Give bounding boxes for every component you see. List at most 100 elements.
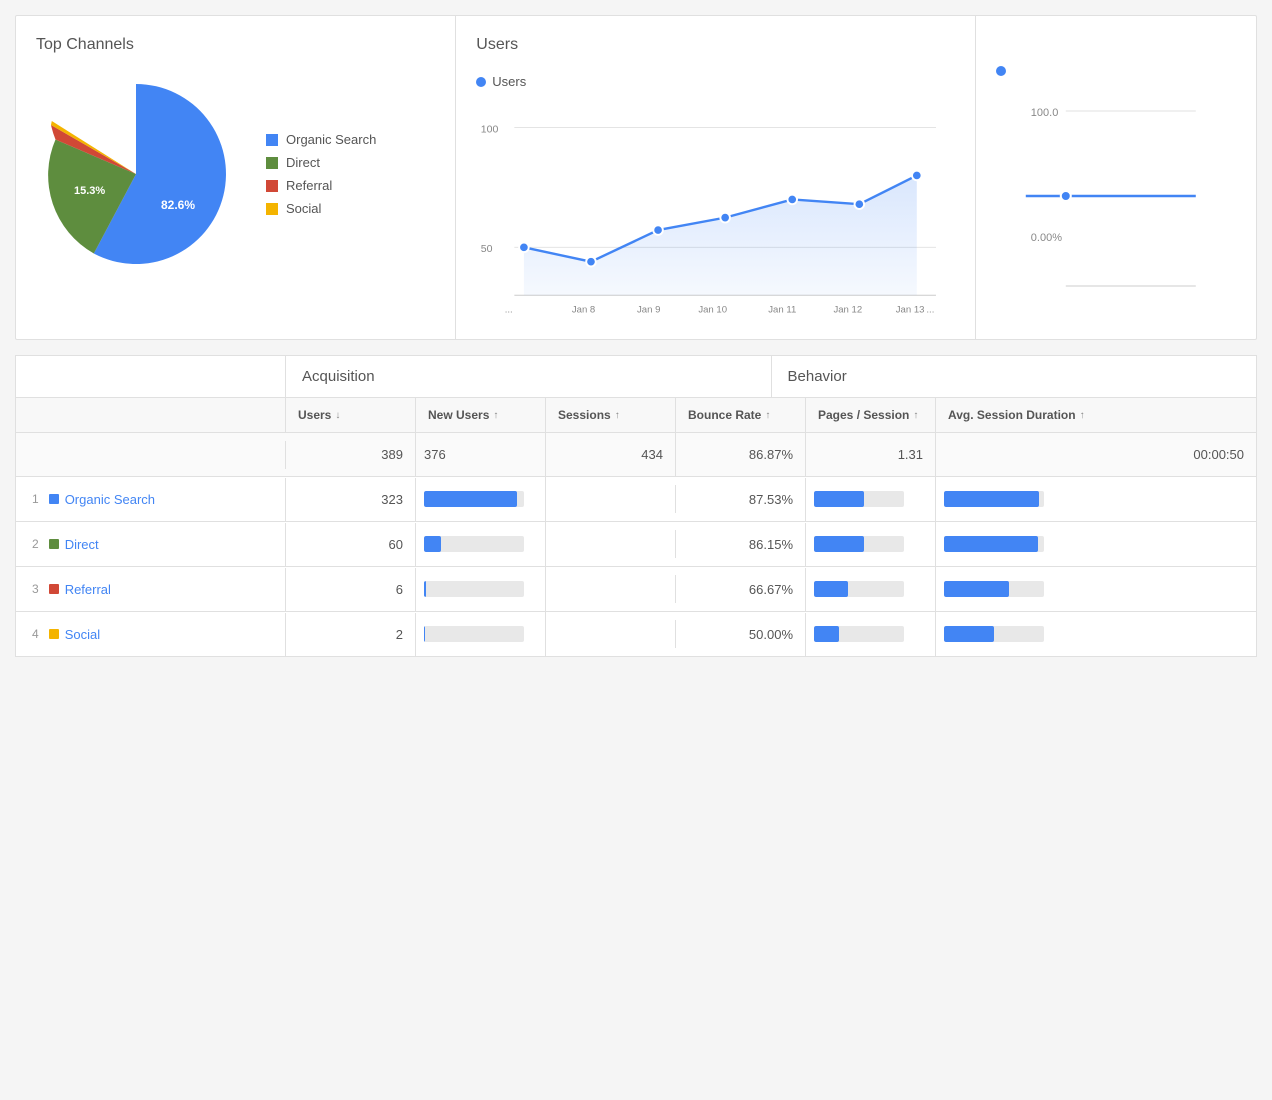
pages-bar-fill-3 [814, 626, 839, 642]
legend-color-referral [266, 180, 278, 192]
row-bounce-2: 66.67% [676, 568, 806, 611]
channel-dot-2 [49, 584, 59, 594]
row-name-3: 4 Social [16, 613, 286, 656]
new-users-bar-fill-1 [424, 536, 441, 552]
channel-link-1[interactable]: Direct [65, 537, 99, 552]
users-legend: Users [476, 74, 955, 89]
channel-link-0[interactable]: Organic Search [65, 492, 155, 507]
pie-chart: 82.6% 15.3% [36, 74, 236, 274]
totals-new-users: 376 [416, 433, 546, 476]
avg-sort-icon: ↑ [1080, 410, 1085, 421]
svg-text:Jan 9: Jan 9 [637, 304, 660, 315]
col-sessions-header[interactable]: Sessions ↑ [546, 398, 676, 432]
row-bounce-0: 87.53% [676, 478, 806, 521]
pages-bar-fill-2 [814, 581, 848, 597]
svg-text:82.6%: 82.6% [161, 198, 195, 212]
users-dot [476, 77, 486, 87]
users-legend-label: Users [492, 74, 526, 89]
svg-text:Jan 13: Jan 13 [896, 304, 925, 315]
legend-item-organic: Organic Search [266, 132, 376, 147]
other-chart-panel: 100.0 0.00% [976, 16, 1256, 339]
row-new-users-bar-1 [416, 522, 546, 566]
legend-item-direct: Direct [266, 155, 376, 170]
row-sessions-0 [546, 485, 676, 513]
row-avg-bar-0 [936, 477, 1256, 521]
col-users-header[interactable]: Users ↓ [286, 398, 416, 432]
avg-bar-fill-0 [944, 491, 1039, 507]
col-bounce-header[interactable]: Bounce Rate ↑ [676, 398, 806, 432]
empty-group [16, 356, 286, 397]
other-line-chart: 100.0 0.00% [996, 86, 1236, 306]
row-name-1: 2 Direct [16, 523, 286, 566]
channel-link-2[interactable]: Referral [65, 582, 111, 597]
row-pages-bar-2 [806, 567, 936, 611]
pie-section: 82.6% 15.3% Organic Search Direct Referr… [36, 74, 435, 274]
line-chart: 100 50 [476, 99, 955, 319]
channel-link-3[interactable]: Social [65, 627, 100, 642]
legend-label-referral: Referral [286, 178, 332, 193]
col-new-users-header[interactable]: New Users ↑ [416, 398, 546, 432]
table-row: 1 Organic Search 323 87.53% [16, 477, 1256, 522]
svg-text:...: ... [927, 304, 935, 315]
totals-pages: 1.31 [806, 433, 936, 476]
row-sessions-3 [546, 620, 676, 648]
row-pages-bar-0 [806, 477, 936, 521]
pages-sort-icon: ↑ [913, 410, 918, 421]
bounce-sort-icon: ↑ [765, 410, 770, 421]
row-name-2: 3 Referral [16, 568, 286, 611]
totals-users: 389 [286, 433, 416, 476]
users-panel: Users Users 100 50 [456, 16, 976, 339]
col-pages-header[interactable]: Pages / Session ↑ [806, 398, 936, 432]
row-sessions-1 [546, 530, 676, 558]
svg-text:100: 100 [481, 123, 499, 135]
row-pages-bar-3 [806, 612, 936, 656]
svg-text:Jan 12: Jan 12 [834, 304, 863, 315]
new-users-bar-fill-0 [424, 491, 517, 507]
legend-color-social [266, 203, 278, 215]
column-headers: Users ↓ New Users ↑ Sessions ↑ Bounce Ra… [16, 398, 1256, 433]
acquisition-group-label: Acquisition [286, 356, 772, 397]
svg-text:100.0: 100.0 [1031, 107, 1059, 119]
col-avg-header[interactable]: Avg. Session Duration ↑ [936, 398, 1256, 432]
legend-color-direct [266, 157, 278, 169]
users-sort-icon: ↓ [335, 410, 340, 421]
users-title: Users [476, 36, 955, 54]
row-new-users-bar-0 [416, 477, 546, 521]
row-new-users-bar-2 [416, 567, 546, 611]
row-users-2: 6 [286, 568, 416, 611]
svg-text:50: 50 [481, 243, 493, 255]
top-channels-title: Top Channels [36, 36, 435, 54]
col-channel-header [16, 398, 286, 432]
row-users-3: 2 [286, 613, 416, 656]
avg-bar-fill-1 [944, 536, 1038, 552]
row-bounce-1: 86.15% [676, 523, 806, 566]
channel-dot-3 [49, 629, 59, 639]
avg-bar-fill-3 [944, 626, 994, 642]
row-name-0: 1 Organic Search [16, 478, 286, 521]
legend-label-direct: Direct [286, 155, 320, 170]
row-avg-bar-2 [936, 567, 1256, 611]
totals-avg: 00:00:50 [936, 433, 1256, 476]
totals-bounce: 86.87% [676, 433, 806, 476]
svg-text:...: ... [505, 304, 513, 315]
table-rows: 1 Organic Search 323 87.53% [16, 477, 1256, 656]
totals-name-cell [16, 441, 286, 469]
row-bounce-3: 50.00% [676, 613, 806, 656]
totals-row: 389 376 434 86.87% 1.31 00:00:50 [16, 433, 1256, 477]
legend-label-social: Social [286, 201, 321, 216]
table-group-headers: Acquisition Behavior [16, 356, 1256, 398]
row-users-0: 323 [286, 478, 416, 521]
behavior-group-label: Behavior [772, 356, 1257, 397]
legend-label-organic: Organic Search [286, 132, 376, 147]
channel-dot-0 [49, 494, 59, 504]
svg-text:0.00%: 0.00% [1031, 232, 1062, 244]
row-new-users-bar-3 [416, 612, 546, 656]
legend-color-organic [266, 134, 278, 146]
svg-text:Jan 8: Jan 8 [572, 304, 595, 315]
row-avg-bar-3 [936, 612, 1256, 656]
legend-item-social: Social [266, 201, 376, 216]
avg-bar-fill-2 [944, 581, 1009, 597]
row-users-1: 60 [286, 523, 416, 566]
sessions-sort-icon: ↑ [615, 410, 620, 421]
pages-bar-fill-1 [814, 536, 864, 552]
